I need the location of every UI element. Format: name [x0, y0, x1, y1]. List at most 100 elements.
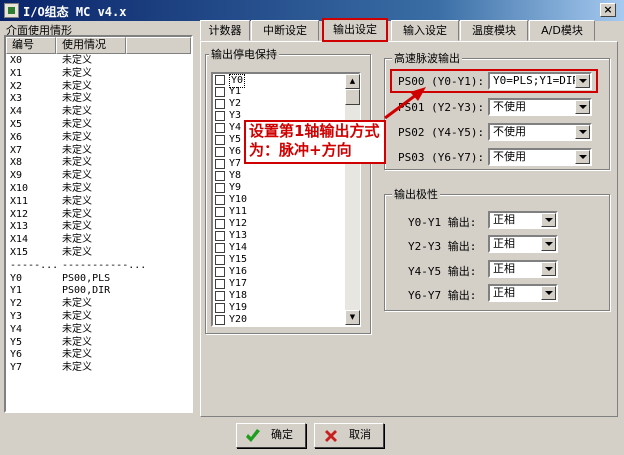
ps01-label: PS01 (Y2-Y3):	[398, 101, 485, 114]
checkbox[interactable]	[215, 267, 225, 277]
checkbox[interactable]	[215, 207, 225, 217]
cancel-button[interactable]: 取消	[314, 423, 384, 448]
io-number: X15	[10, 247, 29, 258]
dropdown-arrow-icon[interactable]	[575, 74, 590, 88]
output-hold-item-label: Y8	[229, 170, 242, 181]
tab-interrupt-settings[interactable]: 中断设定	[251, 20, 319, 41]
checkbox[interactable]	[215, 147, 225, 157]
io-usage: 未定义	[62, 208, 92, 220]
checkbox[interactable]	[215, 75, 225, 85]
output-hold-item-label: Y2	[229, 98, 242, 109]
io-number: X4	[10, 106, 23, 118]
tab-counter[interactable]: 计数器	[200, 20, 250, 41]
output-hold-item-label: Y17	[229, 278, 248, 289]
checkbox[interactable]	[215, 159, 225, 169]
checkbox[interactable]	[215, 87, 225, 97]
output-hold-item-label: Y19	[229, 302, 248, 313]
output-hold-item-label: Y9	[229, 182, 242, 193]
close-icon: ×	[603, 3, 613, 16]
output-hold-item-label: Y1	[229, 86, 242, 97]
io-usage: 未定义	[62, 195, 92, 207]
tab-ad-module[interactable]: A/D模块	[529, 20, 595, 41]
dropdown-arrow-icon[interactable]	[541, 237, 556, 251]
cross-icon	[325, 430, 337, 442]
io-usage: 未定义	[62, 183, 92, 194]
checkbox[interactable]	[215, 123, 225, 133]
tab-output-settings[interactable]: 输出设定	[322, 18, 388, 42]
io-usage-list[interactable]: 编号 使用情况 X0 未定义 X1 未定义 X2 未定义 X3 未定义 X4 未定义 X5 未定义 X6…	[4, 35, 193, 413]
close-button[interactable]: ×	[600, 3, 616, 17]
output-hold-list[interactable]: Y0 Y1 Y2 Y3 Y4 Y5 Y6 Y7 Y8 Y9 Y10 Y11 Y12 Y13 Y14 Y15 Y1…	[211, 72, 361, 327]
io-number: X0	[10, 55, 23, 66]
output-hold-item-label: Y13	[229, 230, 248, 241]
io-usage: -----------...	[62, 259, 147, 271]
polarity-y4-y5-select[interactable]: 正相	[488, 260, 558, 278]
polarity-y2-y3-select[interactable]: 正相	[488, 235, 558, 253]
dropdown-arrow-icon[interactable]	[575, 100, 590, 114]
output-hold-item-label: Y20	[229, 314, 248, 325]
column-header-usage[interactable]: 使用情况	[56, 37, 126, 54]
polarity-y2-y3-value: 正相	[493, 237, 515, 250]
polarity-y2-y3-label: Y2-Y3 输出:	[408, 240, 477, 253]
checkbox[interactable]	[215, 111, 225, 121]
polarity-y0-y1-select[interactable]: 正相	[488, 211, 558, 229]
io-number: X3	[10, 93, 23, 105]
ps00-select[interactable]: Y0=PLS;Y1=DIR	[488, 72, 592, 90]
dropdown-arrow-icon[interactable]	[575, 150, 590, 164]
column-header-number[interactable]: 编号	[6, 37, 56, 54]
io-usage: 未定义	[62, 119, 92, 130]
polarity-y6-y7-label: Y6-Y7 输出:	[408, 289, 477, 302]
checkbox[interactable]	[215, 135, 225, 145]
scroll-thumb[interactable]	[345, 89, 360, 105]
output-hold-item-label: Y16	[229, 266, 248, 277]
io-usage: 未定义	[62, 311, 92, 322]
io-usage: 未定义	[62, 323, 92, 335]
io-number: X10	[10, 183, 29, 194]
dropdown-arrow-icon[interactable]	[575, 125, 590, 139]
ps02-label: PS02 (Y4-Y5):	[398, 126, 485, 139]
ps01-select[interactable]: 不使用	[488, 98, 592, 116]
checkbox[interactable]	[215, 195, 225, 205]
output-hold-scrollbar[interactable]: ▲ ▼	[345, 74, 360, 325]
dropdown-arrow-icon[interactable]	[541, 262, 556, 276]
polarity-y6-y7-select[interactable]: 正相	[488, 284, 558, 302]
checkbox[interactable]	[215, 243, 225, 253]
io-number: X9	[10, 170, 23, 182]
checkbox[interactable]	[215, 231, 225, 241]
output-polarity-title: 输出极性	[392, 186, 440, 202]
arrow-up-icon: ▲	[349, 77, 356, 85]
checkbox[interactable]	[215, 279, 225, 289]
ok-button[interactable]: 确定	[236, 423, 306, 448]
app-icon	[4, 3, 19, 18]
checkbox[interactable]	[215, 303, 225, 313]
scroll-down-button[interactable]: ▼	[345, 310, 360, 325]
checkbox[interactable]	[215, 255, 225, 265]
checkbox[interactable]	[215, 183, 225, 193]
polarity-y6-y7-value: 正相	[493, 286, 515, 299]
checkmark-icon	[246, 429, 260, 442]
checkbox[interactable]	[215, 99, 225, 109]
checkbox[interactable]	[215, 219, 225, 229]
ps02-select[interactable]: 不使用	[488, 123, 592, 141]
io-usage: PS00,DIR	[62, 285, 111, 297]
io-number: X1	[10, 67, 23, 79]
io-number: X5	[10, 119, 23, 130]
tab-temperature-module[interactable]: 温度模块	[460, 20, 528, 41]
polarity-y0-y1-label: Y0-Y1 输出:	[408, 216, 477, 229]
ps03-select[interactable]: 不使用	[488, 148, 592, 166]
output-hold-item-label: Y18	[229, 290, 248, 301]
checkbox[interactable]	[215, 171, 225, 181]
io-usage: 未定义	[62, 221, 92, 233]
io-usage: 未定义	[62, 131, 92, 143]
checkbox[interactable]	[215, 315, 225, 325]
dropdown-arrow-icon[interactable]	[541, 286, 556, 300]
output-hold-item-label: Y10	[229, 194, 248, 205]
checkbox[interactable]	[215, 291, 225, 301]
tab-input-settings[interactable]: 输入设定	[391, 20, 459, 41]
scroll-up-button[interactable]: ▲	[345, 74, 360, 89]
io-number: Y3	[10, 311, 23, 322]
output-hold-item-label: Y11	[229, 206, 248, 217]
io-usage: 未定义	[62, 247, 92, 258]
dropdown-arrow-icon[interactable]	[541, 213, 556, 227]
io-usage: PS00,PLS	[62, 272, 111, 284]
